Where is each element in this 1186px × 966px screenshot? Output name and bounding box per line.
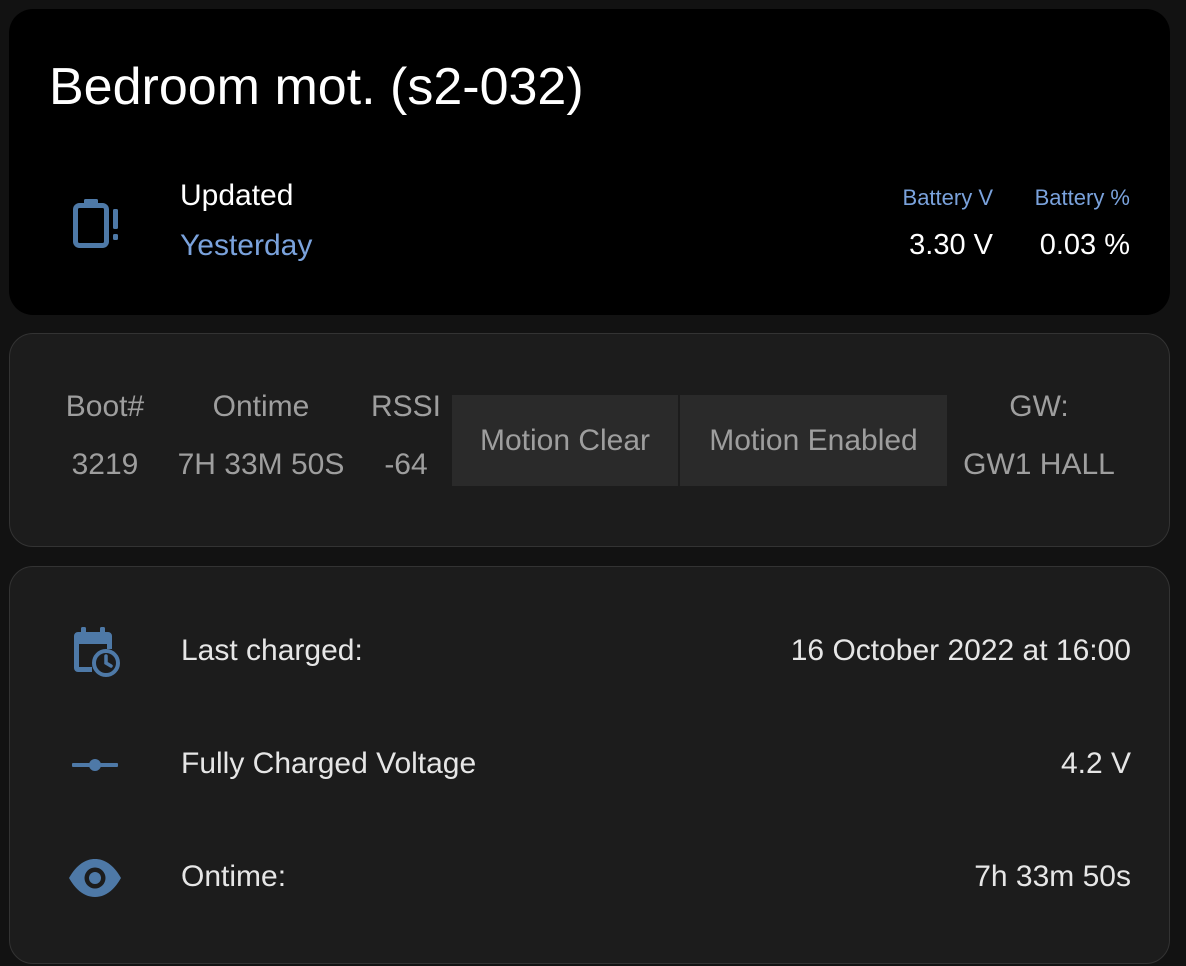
stats-card: Boot# 3219 Ontime 7H 33M 50S RSSI -64 Mo… (9, 333, 1170, 547)
calendar-clock-icon (74, 627, 120, 677)
header-card: Bedroom mot. (s2-032) Updated Yesterday … (9, 9, 1170, 315)
eye-icon (69, 859, 121, 897)
gateway-value: GW1 HALL (963, 448, 1115, 481)
ontime-value: 7H 33M 50S (177, 448, 345, 481)
battery-voltage-value: 3.30 V (909, 229, 993, 261)
gateway-stat: GW: GW1 HALL (954, 392, 1124, 480)
battery-percent-label: Battery % (1034, 185, 1130, 210)
battery-alert-icon[interactable] (71, 197, 123, 249)
gateway-label: GW: (1009, 390, 1069, 423)
fully-charged-voltage-value: 4.2 V (1060, 747, 1131, 780)
updated-value[interactable]: Yesterday (180, 231, 312, 261)
ontime-detail-label: Ontime: (181, 860, 287, 893)
fully-charged-voltage-label: Fully Charged Voltage (181, 747, 477, 780)
battery-percent-value: 0.03 % (1039, 229, 1130, 261)
battery-voltage-label: Battery V (902, 185, 993, 210)
updated-label: Updated (180, 179, 294, 212)
battery-percent-metric[interactable]: Battery % 0.03 % (1035, 187, 1130, 260)
rssi-label: RSSI (370, 390, 442, 423)
battery-voltage-metric[interactable]: Battery V 3.30 V (903, 187, 993, 260)
ontime-row[interactable]: Ontime: 7h 33m 50s (10, 847, 1171, 907)
slider-icon (72, 759, 118, 771)
ontime-detail-value: 7h 33m 50s (974, 860, 1131, 893)
boot-count-label: Boot# (65, 390, 145, 423)
last-charged-row[interactable]: Last charged: 16 October 2022 at 16:00 (10, 621, 1171, 681)
page-title: Bedroom mot. (s2-032) (49, 58, 584, 116)
rssi-stat: RSSI -64 (366, 392, 446, 480)
boot-count-value: 3219 (71, 448, 139, 481)
ontime-label: Ontime (212, 390, 310, 423)
motion-enabled-button[interactable]: Motion Enabled (680, 395, 947, 486)
last-charged-label: Last charged: (181, 634, 363, 667)
rssi-value: -64 (384, 448, 428, 481)
ontime-stat: Ontime 7H 33M 50S (168, 392, 354, 480)
motion-clear-button[interactable]: Motion Clear (452, 395, 678, 486)
fully-charged-voltage-row[interactable]: Fully Charged Voltage 4.2 V (10, 734, 1171, 794)
last-charged-value: 16 October 2022 at 16:00 (790, 634, 1131, 667)
boot-count-stat: Boot# 3219 (54, 392, 156, 480)
details-card: Last charged: 16 October 2022 at 16:00 F… (9, 566, 1170, 964)
